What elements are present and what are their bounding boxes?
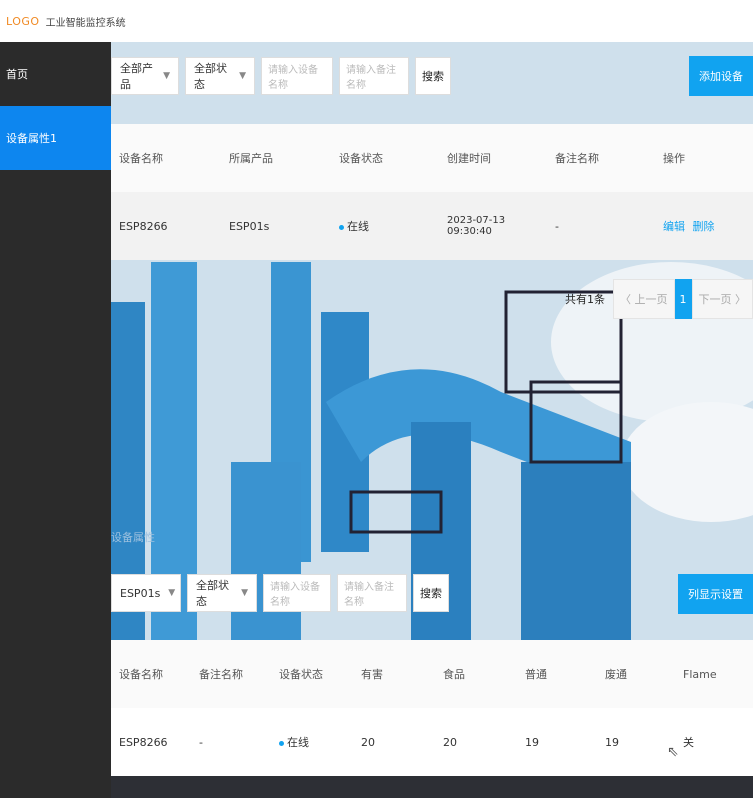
pagination: 共有1条 〈 上一页 1 下一页 〉 — [565, 279, 753, 319]
status-dot-icon — [279, 740, 284, 746]
prev-page-button[interactable]: 〈 上一页 — [613, 279, 675, 319]
status-select[interactable]: 全部状态 ▼ — [185, 57, 255, 95]
attr-device-name-search-input[interactable]: 请输入设备名称 — [263, 574, 331, 612]
page-1-button[interactable]: 1 — [674, 279, 692, 319]
edit-link[interactable]: 编辑 — [663, 220, 685, 233]
column-header: 所属产品 — [229, 152, 273, 165]
device-name-cell: ESP8266 — [119, 219, 168, 233]
search-button[interactable]: 搜索 — [415, 57, 451, 95]
sidebar: 首页 设备属性1 — [0, 42, 111, 798]
remark-cell: - — [555, 219, 559, 233]
device-table: 设备名称 所属产品 设备状态 创建时间 备注名称 操作 ESP8266 ESP0… — [111, 124, 753, 260]
total-count: 共有1条 — [565, 293, 605, 306]
product-cell: ESP01s — [229, 219, 270, 233]
column-header: Flame — [683, 667, 717, 681]
attr-status-select[interactable]: 全部状态 ▼ — [187, 574, 257, 612]
column-header: 废通 — [605, 668, 627, 681]
device-name-cell: ESP8266 — [119, 735, 168, 749]
column-header: 设备名称 — [119, 152, 163, 165]
value-cell: 20 — [361, 735, 375, 749]
device-name-search-input[interactable]: 请输入设备名称 — [261, 57, 333, 95]
logo: LOGO — [6, 14, 40, 28]
mouse-cursor-icon: ⇖ — [667, 744, 679, 760]
attr-filter-bar: ESP01s ▼ 全部状态 ▼ 请输入设备名称 请输入备注名称 搜索 — [111, 574, 449, 612]
status-cell: 在线 — [331, 218, 439, 234]
chevron-down-icon: ▼ — [163, 71, 170, 81]
add-device-button[interactable]: 添加设备 — [689, 56, 753, 96]
app-title: 工业智能监控系统 — [45, 17, 126, 29]
sidebar-item-label: 设备属性1 — [6, 132, 57, 145]
column-header: 设备状态 — [339, 152, 383, 165]
created-time-cell: 2023-07-13 09:30:40 — [447, 215, 506, 237]
delete-link[interactable]: 删除 — [693, 220, 715, 233]
sidebar-item-device-attr[interactable]: 设备属性1 — [0, 106, 111, 170]
column-header: 食品 — [443, 668, 465, 681]
attr-search-button[interactable]: 搜索 — [413, 574, 449, 612]
column-header: 普通 — [525, 668, 547, 681]
status-cell: 在线 — [271, 734, 353, 750]
column-header: 设备状态 — [279, 668, 323, 681]
value-cell: 20 — [443, 735, 457, 749]
column-header: 备注名称 — [199, 668, 243, 681]
remark-search-input[interactable]: 请输入备注名称 — [339, 57, 409, 95]
attr-remark-search-input[interactable]: 请输入备注名称 — [337, 574, 407, 612]
value-cell: 19 — [525, 735, 539, 749]
column-header: 操作 — [663, 152, 685, 165]
device-filter-bar: 全部产品 ▼ 全部状态 ▼ 请输入设备名称 请输入备注名称 搜索 — [111, 57, 451, 95]
main-content: 全部产品 ▼ 全部状态 ▼ 请输入设备名称 请输入备注名称 搜索 添加设备 设备… — [111, 42, 753, 798]
column-settings-button[interactable]: 列显示设置 — [678, 574, 753, 614]
product-select[interactable]: 全部产品 ▼ — [111, 57, 179, 95]
attr-product-select[interactable]: ESP01s ▼ — [111, 574, 181, 612]
actions-cell: 编辑 删除 — [655, 218, 753, 234]
sidebar-item-home[interactable]: 首页 — [0, 42, 111, 106]
top-bar: LOGO 工业智能监控系统 — [0, 0, 753, 42]
remark-cell: - — [199, 735, 203, 749]
table-header-row: 设备名称 备注名称 设备状态 有害 食品 普通 废通 Flame — [111, 640, 753, 708]
status-text: 在线 — [347, 220, 369, 233]
attr-status-select-value: 全部状态 — [196, 579, 229, 608]
table-row: ESP8266 ESP01s 在线 2023-07-13 09:30:40 - … — [111, 192, 753, 260]
chevron-down-icon: ▼ — [168, 588, 176, 598]
next-page-button[interactable]: 下一页 〉 — [691, 279, 753, 319]
column-header: 设备名称 — [119, 668, 163, 681]
chevron-down-icon: ▼ — [241, 588, 248, 598]
value-cell: 关 — [683, 736, 694, 749]
table-row: ESP8266 - 在线 20 20 19 19 关 — [111, 708, 753, 776]
value-cell: 19 — [605, 735, 619, 749]
status-text: 在线 — [287, 736, 309, 749]
column-header: 有害 — [361, 668, 383, 681]
chevron-down-icon: ▼ — [239, 71, 246, 81]
sidebar-item-label: 首页 — [6, 68, 28, 81]
attr-product-select-value: ESP01s — [120, 586, 161, 600]
table-header-row: 设备名称 所属产品 设备状态 创建时间 备注名称 操作 — [111, 124, 753, 192]
column-header: 备注名称 — [555, 152, 599, 165]
attr-table: 设备名称 备注名称 设备状态 有害 食品 普通 废通 Flame ESP8266… — [111, 640, 753, 776]
attr-section-title: 设备属性 — [111, 531, 155, 544]
status-dot-icon — [339, 224, 344, 230]
column-header: 创建时间 — [447, 152, 491, 165]
product-select-value: 全部产品 — [120, 62, 153, 91]
status-select-value: 全部状态 — [194, 62, 227, 91]
